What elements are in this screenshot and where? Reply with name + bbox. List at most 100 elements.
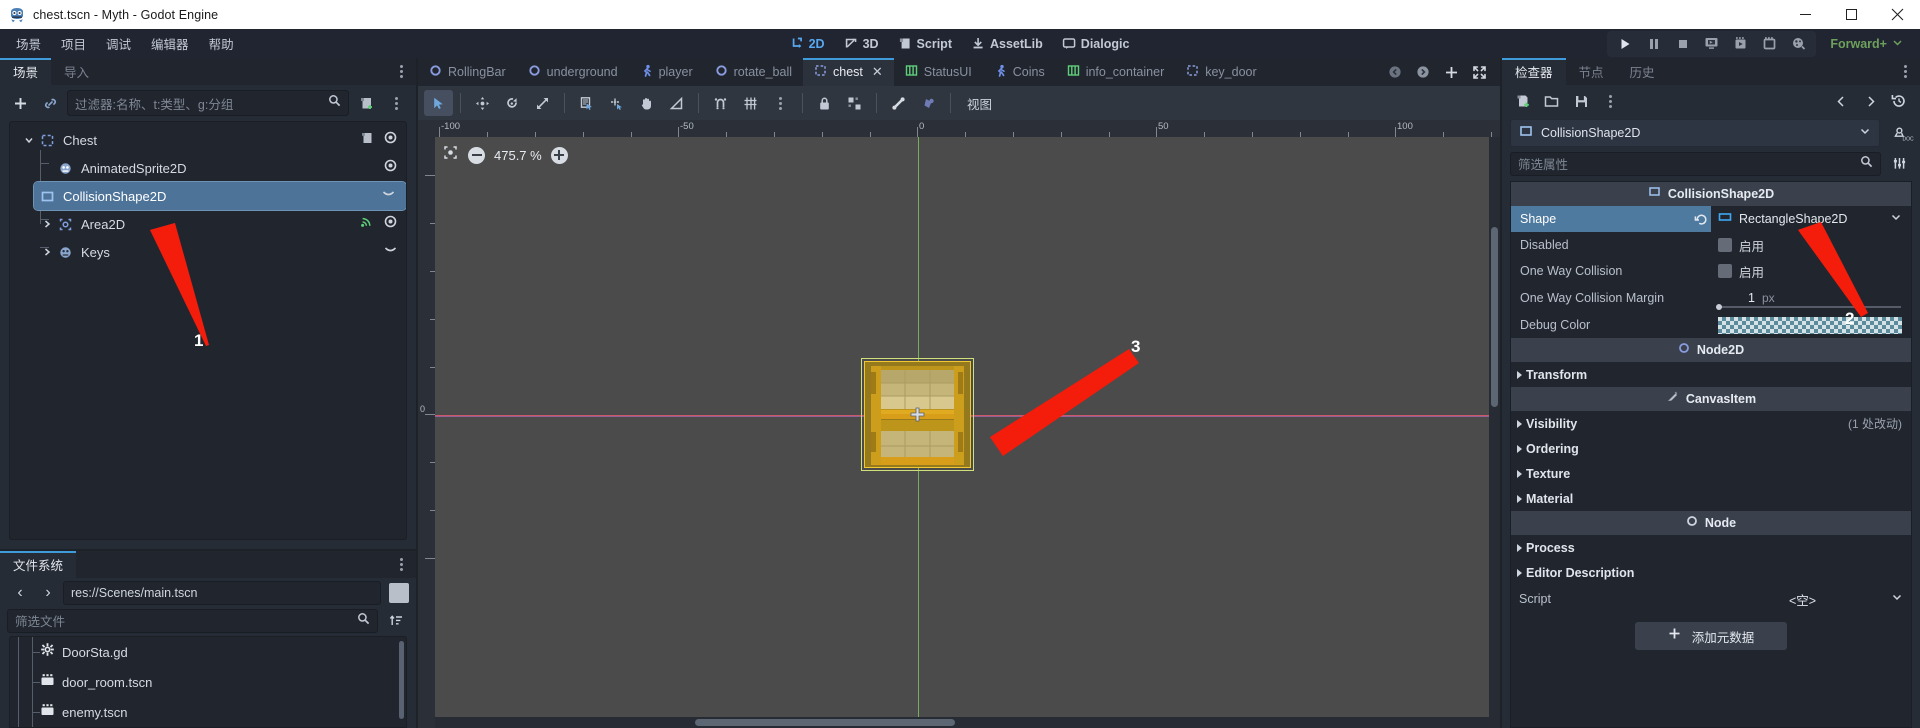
margin-slider-handle[interactable] xyxy=(1716,304,1722,310)
mode-button-3d[interactable]: 3D xyxy=(836,33,888,55)
add-node-icon[interactable] xyxy=(7,90,33,116)
select-mode-button[interactable] xyxy=(424,90,453,116)
play-current-scene-button[interactable] xyxy=(1726,33,1755,55)
minimize-button[interactable] xyxy=(1782,0,1828,29)
scene-tab-info-container[interactable]: info_container xyxy=(1055,58,1176,86)
folder-open-icon[interactable] xyxy=(1539,88,1565,114)
center-selection-icon[interactable] xyxy=(442,144,459,166)
filesystem-path-field[interactable]: res://Scenes/main.tscn xyxy=(63,581,381,605)
tree-row-collisionshape2d[interactable]: CollisionShape2D xyxy=(33,181,406,211)
property-row-shape[interactable]: Shape RectangleShape2D xyxy=(1511,206,1911,232)
scene-tab-rollingbar[interactable]: RollingBar xyxy=(418,58,517,86)
viewport-vertical-scrollbar[interactable] xyxy=(1489,137,1500,717)
property-row-one-way-collision[interactable]: One Way Collision 启用 xyxy=(1511,258,1911,284)
inspector-filter-input[interactable]: 筛选属性 xyxy=(1510,151,1881,176)
zoom-in-icon[interactable] xyxy=(550,146,568,164)
section-process[interactable]: Process xyxy=(1511,535,1911,560)
tab-scene[interactable]: 场景 xyxy=(0,58,52,85)
tree-row[interactable]: Area2D xyxy=(10,210,406,238)
eye-icon[interactable] xyxy=(383,158,398,178)
play-custom-scene-button[interactable] xyxy=(1755,33,1784,55)
signal-icon[interactable] xyxy=(359,214,374,234)
resource-extra-button[interactable] xyxy=(1597,88,1623,114)
skeleton-icon[interactable] xyxy=(914,90,943,116)
section-transform[interactable]: Transform xyxy=(1511,362,1911,387)
chevron-down-icon[interactable] xyxy=(1859,124,1871,142)
margin-slider-track[interactable] xyxy=(1717,306,1901,308)
debug-color-swatch[interactable] xyxy=(1718,316,1902,334)
group-button[interactable] xyxy=(840,90,869,116)
ruler-mode-button[interactable] xyxy=(662,90,691,116)
menu-scene[interactable]: 场景 xyxy=(6,30,51,57)
section-editor-description[interactable]: Editor Description xyxy=(1511,560,1911,585)
eye-closed-icon[interactable] xyxy=(383,242,398,262)
create-script-icon[interactable] xyxy=(353,90,379,116)
menu-project[interactable]: 项目 xyxy=(51,30,96,57)
new-scene-button[interactable] xyxy=(1438,59,1464,85)
mode-button-assetlib[interactable]: AssetLib xyxy=(963,33,1052,55)
section-visibility[interactable]: Visibility (1 处改动) xyxy=(1511,411,1911,436)
property-value-one-way-collision[interactable]: 启用 xyxy=(1711,262,1911,281)
stop-scene-button[interactable] xyxy=(1668,33,1697,55)
mode-button-2d[interactable]: 2D xyxy=(782,33,834,55)
property-value-disabled[interactable]: 启用 xyxy=(1711,236,1911,255)
menu-help[interactable]: 帮助 xyxy=(199,30,244,57)
property-value-margin[interactable]: 1 px xyxy=(1711,284,1911,312)
chevron-down-icon[interactable] xyxy=(1891,590,1903,608)
new-resource-icon[interactable] xyxy=(1510,88,1536,114)
scene-tab-rotate-ball[interactable]: rotate_ball xyxy=(703,58,803,86)
play-project-button[interactable] xyxy=(1610,33,1639,55)
scene-tab-player[interactable]: player xyxy=(628,58,704,86)
scene-tree-filter-input[interactable]: 过滤器:名称、t:类型、g:分组 xyxy=(67,90,349,116)
menu-debug[interactable]: 调试 xyxy=(96,30,141,57)
scene-tab-underground[interactable]: underground xyxy=(516,58,629,86)
revert-icon[interactable] xyxy=(1694,212,1709,227)
script-icon[interactable] xyxy=(360,131,374,150)
list-select-button[interactable] xyxy=(572,90,601,116)
tree-row[interactable]: Chest xyxy=(10,126,406,154)
chevron-down-icon[interactable] xyxy=(1890,210,1911,228)
scene-dock-menu-button[interactable] xyxy=(392,58,410,85)
eye-icon[interactable] xyxy=(383,214,398,234)
eye-icon[interactable] xyxy=(383,130,398,150)
close-button[interactable] xyxy=(1874,0,1920,29)
scale-mode-button[interactable] xyxy=(528,90,557,116)
checkbox-one-way-collision[interactable] xyxy=(1718,264,1732,278)
checkbox-disabled[interactable] xyxy=(1718,238,1732,252)
run-movie-button[interactable] xyxy=(1697,33,1726,55)
section-texture[interactable]: Texture xyxy=(1511,461,1911,486)
section-ordering[interactable]: Ordering xyxy=(1511,436,1911,461)
list-item[interactable]: door_room.tscn xyxy=(10,667,406,697)
list-item[interactable]: DoorSta.gd xyxy=(10,637,406,667)
view-menu-button[interactable]: 视图 xyxy=(958,90,1001,117)
filesystem-dock-menu-button[interactable] xyxy=(392,551,410,578)
expander-right-icon[interactable] xyxy=(38,210,56,238)
move-mode-button[interactable] xyxy=(468,90,497,116)
file-list-scrollbar[interactable] xyxy=(399,641,404,719)
viewport-horizontal-scrollbar[interactable] xyxy=(435,717,1500,728)
open-docs-icon[interactable]: DOC xyxy=(1888,120,1914,146)
tab-node[interactable]: 节点 xyxy=(1566,58,1617,85)
history-next-button[interactable] xyxy=(1857,88,1883,114)
property-value-shape[interactable]: RectangleShape2D xyxy=(1711,210,1911,229)
tree-row[interactable]: Keys xyxy=(10,238,406,266)
save-disk-icon[interactable] xyxy=(1568,88,1594,114)
section-material[interactable]: Material xyxy=(1511,486,1911,511)
inspector-dock-menu-button[interactable] xyxy=(1896,58,1914,85)
rotate-mode-button[interactable] xyxy=(498,90,527,116)
nav-forward-button[interactable]: › xyxy=(35,580,61,606)
sort-icon[interactable] xyxy=(383,608,409,634)
snap-options-button[interactable] xyxy=(766,90,795,116)
maximize-button[interactable] xyxy=(1828,0,1874,29)
tab-prev-button[interactable] xyxy=(1382,59,1408,85)
eye-closed-icon[interactable] xyxy=(381,186,396,206)
link-icon[interactable] xyxy=(37,90,63,116)
scene-tab-statusui[interactable]: StatusUI xyxy=(893,58,983,86)
add-metadata-button[interactable]: 添加元数据 xyxy=(1635,622,1787,650)
property-row-script[interactable]: Script <空> xyxy=(1511,585,1911,613)
tree-row[interactable]: AnimatedSprite2D xyxy=(10,154,406,182)
mode-button-script[interactable]: Script xyxy=(890,33,961,55)
scene-tab-key-door[interactable]: key_door xyxy=(1175,58,1268,86)
list-item[interactable]: enemy.tscn xyxy=(10,697,406,727)
expander-down-icon[interactable] xyxy=(20,126,38,154)
